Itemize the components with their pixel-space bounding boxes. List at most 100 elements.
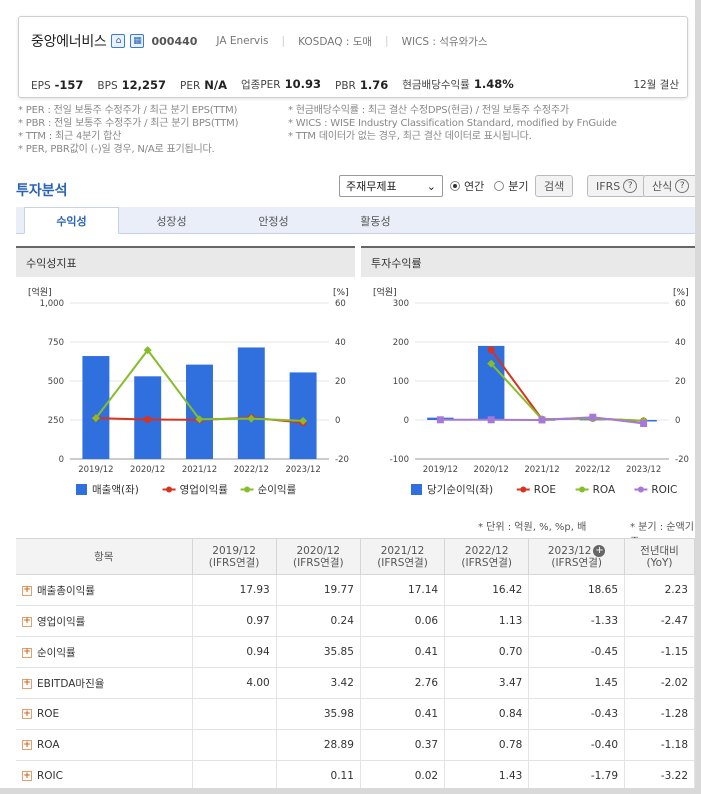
x-tick-label: 2022/12 [234,465,269,475]
right-tick-label: 0 [675,416,680,426]
left-tick-label: 250 [48,416,64,426]
row-label-text: 순이익률 [37,646,76,659]
column-header: 2020/12 (IFRS연결) [275,538,361,575]
metric-eps: EPS -157 [31,77,84,92]
point[interactable] [640,419,648,427]
table-row: + 영업이익률 0.97 0.24 0.06 1.13 -1.33 -2.47 [16,605,695,637]
table-cell: 17.14 [359,574,446,606]
bar[interactable] [82,356,110,459]
row-label[interactable]: + ROE [16,698,193,730]
tab-growth[interactable]: 성장성 [124,207,219,234]
right-axis-label: [%] [333,288,349,298]
bar[interactable] [237,347,265,459]
column-header: 2022/12 (IFRS연결) [444,538,530,575]
home-icon[interactable]: ⌂ [111,34,126,48]
unit-note: * 단위 : 억원, %, %p, 배 [478,522,587,533]
table-cell: 16.42 [444,574,530,606]
footnote: * TTM : 최근 4분기 합산 [18,131,122,142]
x-tick-label: 2022/12 [575,465,610,475]
point[interactable] [487,346,495,354]
table-cell: 3.42 [275,667,361,699]
point[interactable] [487,416,495,424]
expand-icon[interactable]: + [22,616,32,627]
right-tick-label: -20 [675,455,689,465]
expand-icon[interactable]: + [22,585,32,596]
bar[interactable] [186,364,213,459]
left-tick-label: 300 [393,299,409,309]
table-row: + EBITDA마진율 4.00 3.42 2.76 3.47 1.45 -2.02 [16,667,695,699]
table-cell: 28.89 [275,729,361,761]
column-header-item: 항목 [16,538,193,575]
bar[interactable] [289,372,317,459]
bar[interactable] [477,345,505,420]
point[interactable] [589,413,597,421]
legend-label[interactable]: ROIC [651,484,677,496]
row-label[interactable]: + ROA [16,729,193,761]
tab-stability[interactable]: 안정성 [226,207,321,234]
table-cell: -1.28 [624,698,695,730]
left-tick-label: 500 [48,377,64,387]
radio-annual[interactable] [450,181,460,191]
period-radio-group: 연간 분기 [450,175,529,197]
expand-icon[interactable]: + [22,709,32,719]
legend-marker [166,486,173,493]
point[interactable] [436,416,444,424]
viewport-edge [0,788,701,794]
search-button[interactable]: 검색 [535,175,574,197]
legend-marker [637,486,644,493]
table-cell: -2.02 [624,667,695,699]
company-header: 중앙에너비스 ⌂ ▦ 000440 JA Enervis | KOSDAQ : … [18,16,688,98]
table-row: + ROIC 0.11 0.02 1.43 -1.79 -3.22 [16,760,695,792]
radio-quarter[interactable] [494,181,505,191]
right-tick-label: 60 [675,299,686,309]
expand-icon[interactable]: + [22,771,32,781]
point[interactable] [144,416,152,424]
x-tick-label: 2021/12 [182,465,217,475]
right-tick-label: 60 [335,299,346,309]
statement-select[interactable]: 주재무제표 ⌄ [339,175,443,197]
legend-label[interactable]: 매출액(좌) [92,484,139,496]
table-cell: 17.93 [191,574,277,606]
expand-icon[interactable]: + [22,647,32,658]
legend-label[interactable]: ROA [593,484,616,496]
formula-help-button[interactable]: 산식? [643,175,699,197]
table-cell [191,729,277,761]
expand-icon[interactable]: + [22,740,32,750]
row-label-text: 영업이익률 [37,615,86,628]
right-tick-label: -20 [335,455,349,465]
column-header: 2023/12 + (IFRS연결) [528,538,625,575]
row-label[interactable]: + 매출총이익률 [16,574,193,606]
row-label[interactable]: + ROIC [16,760,193,792]
row-label[interactable]: + 영업이익률 [16,605,193,637]
tab-profitability[interactable]: 수익성 [24,207,119,234]
legend-label[interactable]: 순이익률 [258,484,297,496]
legend-label[interactable]: ROE [534,484,556,496]
tab-activity[interactable]: 활동성 [328,207,423,234]
building-icon[interactable]: ▦ [130,34,145,48]
add-column-icon[interactable]: + [593,544,606,557]
x-tick-label: 2023/12 [626,465,661,475]
financial-table: 항목 2019/12 (IFRS연결) 2020/12 (IFRS연결) 2021/… [16,538,695,792]
viewport-edge [695,0,701,794]
row-label[interactable]: + 순이익률 [16,636,193,668]
x-tick-label: 2019/12 [423,465,458,475]
expand-icon[interactable]: + [22,678,32,689]
right-tick-label: 40 [335,338,346,348]
company-name: 중앙에너비스 [31,34,107,50]
row-label[interactable]: + EBITDA마진율 [16,667,193,699]
table-cell: 2.76 [359,667,446,699]
legend-label[interactable]: 당기순이익(좌) [427,484,493,496]
profitability-chart: [억원] [%] 1,000 750 500 250 0 60 40 20 0 -20 2019/12 2… [28,286,349,496]
table-cell: -0.45 [528,636,625,668]
column-header: 2019/12 (IFRS연결) [191,538,277,575]
right-tick-label: 20 [675,377,686,387]
x-tick-label: 2020/12 [130,465,165,475]
legend-label[interactable]: 영업이익률 [180,483,229,496]
table-row: + 매출총이익률 17.93 19.77 17.14 16.42 18.65 2.23 [16,574,695,606]
metric-dividend-yield: 현금배당수익률 1.48% [402,77,514,91]
point[interactable] [538,416,546,424]
row-label-text: ROA [37,739,60,751]
table-cell: 3.47 [444,667,530,699]
table-cell: -1.18 [624,729,695,761]
ifrs-help-button[interactable]: IFRS? [587,175,647,197]
